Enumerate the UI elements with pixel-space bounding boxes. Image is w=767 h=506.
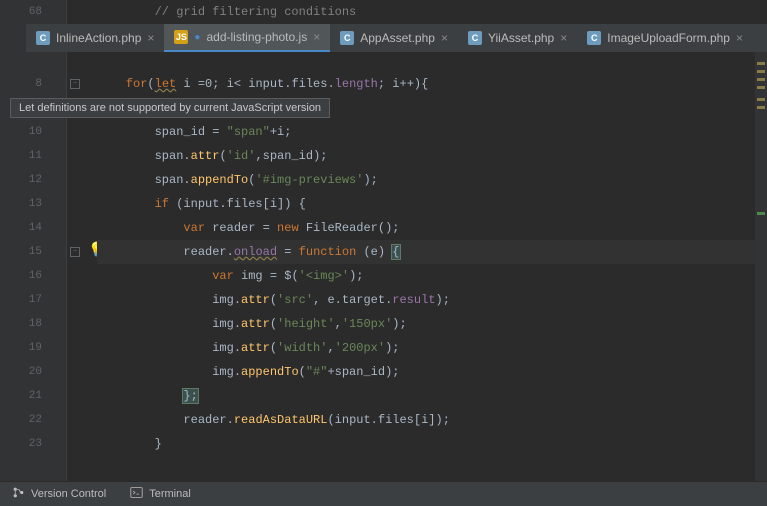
scroll-marker[interactable] [757,212,765,215]
vertical-scrollbar[interactable] [755,52,767,481]
tab-label: ImageUploadForm.php [607,31,730,45]
panel-label: Terminal [149,488,191,500]
close-icon[interactable]: × [147,31,154,45]
php-class-icon: C [587,31,601,45]
code-line: if (input.files[i]) { [97,192,767,216]
scroll-marker-warning[interactable] [757,86,765,89]
scroll-marker-warning[interactable] [757,70,765,73]
line-number: 68 [0,0,66,24]
code-area[interactable]: // grid filtering conditions function re… [67,0,767,481]
code-line: reader.readAsDataURL(input.files[i]); [97,408,767,432]
js-file-icon: JS [174,30,188,44]
code-line: span.appendTo('#img-previews'); [97,168,767,192]
code-line: img.attr('src', e.target.result); [97,288,767,312]
tab-label: add-listing-photo.js [206,30,307,44]
close-icon[interactable]: × [313,30,320,44]
line-number: 21 [0,384,66,408]
code-line: span_id = "span"+i; [97,120,767,144]
version-control-panel-button[interactable]: Version Control [0,486,118,502]
line-number: 19 [0,336,66,360]
tab-add-listing-photo[interactable]: JS ● add-listing-photo.js × [164,24,330,52]
line-gutter: 68 8 10 11 12 13 14 15 16 17 18 19 20 21… [0,0,67,481]
php-class-icon: C [36,31,50,45]
code-line: span.attr('id',span_id); [97,144,767,168]
close-icon[interactable]: × [736,31,743,45]
tab-appasset[interactable]: C AppAsset.php × [330,24,458,52]
version-control-icon [12,486,25,502]
terminal-icon [130,486,143,502]
bottom-toolbar: Version Control Terminal [0,481,767,506]
editor-tabs: C InlineAction.php × JS ● add-listing-ph… [26,24,767,52]
line-number: 16 [0,264,66,288]
close-icon[interactable]: × [441,31,448,45]
code-editor[interactable]: 68 8 10 11 12 13 14 15 16 17 18 19 20 21… [0,0,767,481]
scroll-marker-warning[interactable] [757,106,765,109]
scroll-marker-warning[interactable] [757,78,765,81]
line-number: 20 [0,360,66,384]
code-line-active: reader.onload = function (e) { [97,240,767,264]
line-number: 22 [0,408,66,432]
line-number: 23 [0,432,66,456]
php-class-icon: C [468,31,482,45]
line-number: 13 [0,192,66,216]
tab-label: InlineAction.php [56,31,141,45]
tab-label: YiiAsset.php [488,31,554,45]
line-number: 15 [0,240,66,264]
code-line: var img = $('<img>'); [97,264,767,288]
line-number: 8 [0,72,66,96]
line-number: 14 [0,216,66,240]
line-number: 18 [0,312,66,336]
scroll-marker-warning[interactable] [757,98,765,101]
terminal-panel-button[interactable]: Terminal [118,486,203,502]
code-line: img.appendTo("#"+span_id); [97,360,767,384]
scroll-marker-warning[interactable] [757,62,765,65]
modified-indicator-icon: ● [194,32,200,43]
tab-imageuploadform[interactable]: C ImageUploadForm.php × [577,24,753,52]
line-number: 12 [0,168,66,192]
tab-inlineaction[interactable]: C InlineAction.php × [26,24,164,52]
tab-yiiasset[interactable]: C YiiAsset.php × [458,24,577,52]
line-number: 11 [0,144,66,168]
php-class-icon: C [340,31,354,45]
line-number: 10 [0,120,66,144]
warning-tooltip: Let definitions are not supported by cur… [10,98,330,118]
code-line: for(let i =0; i< input.files.length; i++… [97,72,767,96]
close-icon[interactable]: × [560,31,567,45]
code-line: img.attr('width','200px'); [97,336,767,360]
tab-label: AppAsset.php [360,31,435,45]
code-line: var reader = new FileReader(); [97,216,767,240]
code-line: img.attr('height','150px'); [97,312,767,336]
code-line: // grid filtering conditions [97,0,767,24]
code-line: } [97,432,767,456]
code-line: }; [97,384,767,408]
line-number: 17 [0,288,66,312]
panel-label: Version Control [31,488,106,500]
